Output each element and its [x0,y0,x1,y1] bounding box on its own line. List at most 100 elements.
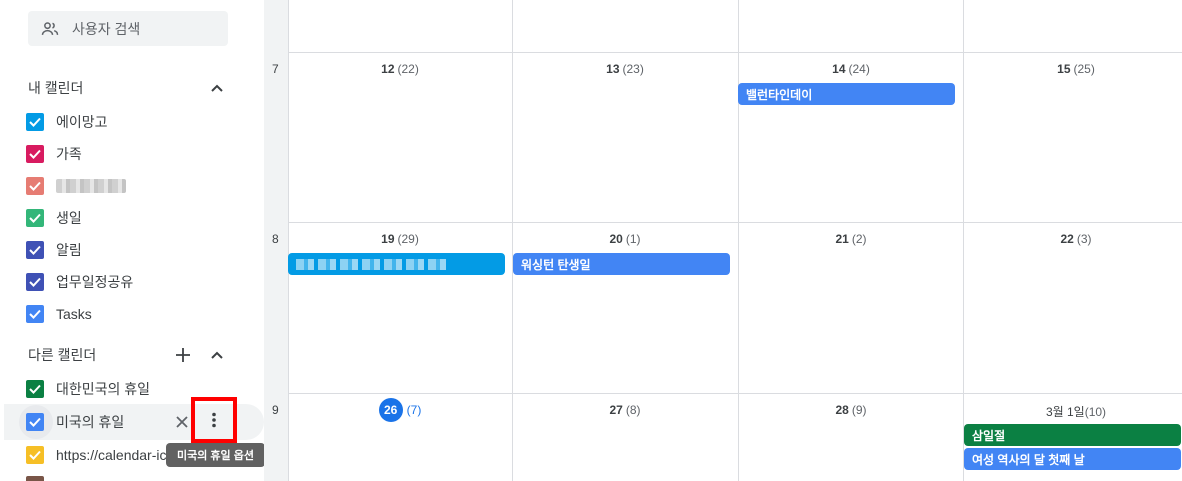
today-day-number[interactable]: 26 [378,398,403,422]
calendar-label: Tasks [56,306,92,322]
lunar-date: (7) [406,403,422,417]
calendar-label: 알림 [56,242,82,258]
day-number[interactable]: 3월 1일 [1046,405,1085,419]
other-calendars-title: 다른 캘린더 [28,347,97,363]
checkbox[interactable] [26,145,44,163]
lunar-date: (3) [1076,232,1092,246]
chevron-up-icon[interactable] [210,348,224,362]
search-users-button[interactable]: 사용자 검색 [28,11,228,46]
day-header[interactable]: 28 (9) [739,403,963,417]
lunar-date: (1) [625,232,641,246]
check-icon [29,309,41,319]
chevron-up-icon[interactable] [210,81,224,95]
lunar-date: (2) [851,232,867,246]
checkbox[interactable] [26,305,44,323]
checkbox[interactable] [26,273,44,291]
checkbox[interactable] [26,413,44,431]
day-number[interactable]: 20 [609,232,622,246]
other-calendars-header[interactable]: 다른 캘린더 [28,343,238,367]
day-header[interactable]: 27 (8) [513,403,737,417]
check-icon [29,245,41,255]
week-number[interactable]: 7 [272,62,279,76]
day-header[interactable]: 13 (23) [513,62,737,76]
day-header[interactable]: 21 (2) [739,232,963,246]
day-header-today[interactable]: 26 (7) [288,398,512,422]
calendar-label: 가족 [56,146,82,162]
lunar-date: (24) [848,62,870,76]
checkbox[interactable] [26,113,44,131]
calendar-item-redacted[interactable] [26,174,246,198]
calendar-item-emango[interactable]: 에이망고 [26,110,246,134]
calendar-label: 미국의 휴일 [56,414,125,430]
check-icon [29,149,41,159]
checkbox[interactable] [26,241,44,259]
day-number[interactable]: 14 [832,62,845,76]
day-number[interactable]: 12 [381,62,394,76]
event-chip-redacted[interactable] [288,253,505,275]
day-header[interactable]: 22 (3) [964,232,1182,246]
event-chip[interactable]: 여성 역사의 달 첫째 날 [964,448,1181,470]
people-icon [41,21,59,35]
calendar-item-family[interactable]: 가족 [26,142,246,166]
day-number[interactable]: 15 [1057,62,1070,76]
calendar-label: 에이망고 [56,114,108,130]
add-calendar-icon[interactable] [174,346,192,364]
day-header[interactable]: 3월 1일(10) [964,403,1182,420]
my-calendars-header[interactable]: 내 캘린더 [28,76,238,100]
check-icon [29,181,41,191]
lunar-date: (8) [625,403,641,417]
calendar-item-tasks[interactable]: Tasks [26,302,246,326]
day-number[interactable]: 28 [835,403,848,417]
day-header[interactable]: 19 (29) [288,232,512,246]
check-icon [29,213,41,223]
week-number[interactable]: 9 [272,403,279,417]
check-icon [29,277,41,287]
day-number[interactable]: 27 [609,403,622,417]
calendar-item-work-share[interactable]: 업무일정공유 [26,270,246,294]
checkbox[interactable] [26,177,44,195]
checkbox-partial [26,476,44,481]
calendar-label: 대한민국의 휴일 [56,381,151,397]
redacted-label [56,179,126,193]
calendar-label: https://calendar-ic [56,447,167,463]
event-chip[interactable]: 삼일절 [964,424,1181,446]
my-calendars-title: 내 캘린더 [28,80,84,96]
lunar-date: (25) [1073,62,1095,76]
calendar-item-birthdays[interactable]: 생일 [26,206,246,230]
grid-line [288,52,1182,53]
options-tooltip: 미국의 휴일 옵션 [166,443,264,467]
day-header[interactable]: 20 (1) [513,232,737,246]
week-number[interactable]: 8 [272,232,279,246]
red-highlight-box [191,397,237,443]
lunar-date: (9) [851,403,867,417]
day-number[interactable]: 13 [606,62,619,76]
day-header[interactable]: 14 (24) [739,62,963,76]
check-icon [29,450,41,460]
sidebar: 사용자 검색 내 캘린더 에이망고 가족 생일 알림 업무일정공유 Tasks … [0,0,264,481]
calendar-label: 업무일정공유 [56,274,134,290]
check-icon [29,117,41,127]
checkbox[interactable] [26,209,44,227]
grid-line [288,393,1182,394]
day-header[interactable]: 12 (22) [288,62,512,76]
event-chip[interactable]: 밸런타인데이 [738,83,955,105]
day-header[interactable]: 15 (25) [964,62,1182,76]
redacted-text [296,258,446,270]
calendar-grid: 7 12 (22) 13 (23) 14 (24) 15 (25) 밸런타인데이 8 1… [264,0,1182,481]
lunar-date: (23) [622,62,644,76]
event-chip[interactable]: 워싱턴 탄생일 [513,253,730,275]
search-users-label: 사용자 검색 [72,20,141,37]
checkbox[interactable] [26,380,44,398]
calendar-label: 생일 [56,210,82,226]
grid-line [288,222,1182,223]
day-number[interactable]: 19 [381,232,394,246]
close-icon[interactable] [174,414,190,430]
check-icon [29,384,41,394]
day-number[interactable]: 21 [835,232,848,246]
checkbox[interactable] [26,446,44,464]
lunar-date: (29) [397,232,419,246]
lunar-date: (10) [1084,405,1107,419]
calendar-item-reminders[interactable]: 알림 [26,238,246,262]
day-number[interactable]: 22 [1060,232,1073,246]
lunar-date: (22) [397,62,419,76]
